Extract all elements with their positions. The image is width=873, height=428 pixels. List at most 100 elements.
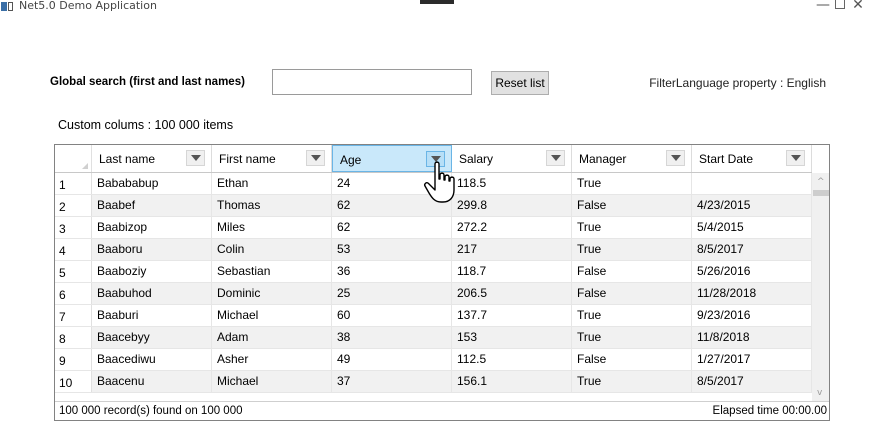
cell-manager[interactable]: True <box>572 217 692 238</box>
row-header[interactable]: 10 <box>55 371 92 392</box>
cell-age[interactable]: 25 <box>332 283 452 304</box>
cell-salary[interactable]: 272.2 <box>452 217 572 238</box>
cell-start-date[interactable]: 9/23/2016 <box>692 305 812 326</box>
column-header-last-name[interactable]: Last name <box>92 145 212 172</box>
cell-salary[interactable]: 153 <box>452 327 572 348</box>
reset-list-button[interactable]: Reset list <box>491 71 549 95</box>
row-header[interactable]: 4 <box>55 239 92 260</box>
cell-start-date[interactable]: 8/5/2017 <box>692 239 812 260</box>
cell-first-name[interactable]: Dominic <box>212 283 332 304</box>
scroll-up-icon[interactable]: ^ <box>817 177 825 187</box>
cell-last-name[interactable]: Baabuhod <box>92 283 212 304</box>
cell-age[interactable]: 53 <box>332 239 452 260</box>
cell-start-date[interactable]: 5/26/2016 <box>692 261 812 282</box>
vertical-scrollbar[interactable]: ^ v <box>812 173 829 401</box>
table-row[interactable]: 8 Baacebyy Adam 38 153 True 11/8/2018 <box>55 327 812 349</box>
cell-start-date[interactable]: 5/4/2015 <box>692 217 812 238</box>
cell-last-name[interactable]: Baaburi <box>92 305 212 326</box>
cell-salary[interactable]: 217 <box>452 239 572 260</box>
cell-age[interactable]: 38 <box>332 327 452 348</box>
cell-salary[interactable]: 118.5 <box>452 173 572 194</box>
cell-manager[interactable]: True <box>572 305 692 326</box>
row-header[interactable]: 6 <box>55 283 92 304</box>
row-header[interactable]: 3 <box>55 217 92 238</box>
chevron-down-icon[interactable] <box>666 150 685 166</box>
cell-first-name[interactable]: Asher <box>212 349 332 370</box>
chevron-down-icon[interactable] <box>306 150 325 166</box>
row-header[interactable]: 7 <box>55 305 92 326</box>
scroll-thumb[interactable] <box>813 190 829 196</box>
cell-first-name[interactable]: Sebastian <box>212 261 332 282</box>
column-header-first-name[interactable]: First name <box>212 145 332 172</box>
cell-start-date[interactable] <box>692 173 812 194</box>
row-header[interactable]: 5 <box>55 261 92 282</box>
cell-manager[interactable]: False <box>572 349 692 370</box>
cell-last-name[interactable]: Baaboru <box>92 239 212 260</box>
cell-last-name[interactable]: Baabizop <box>92 217 212 238</box>
cell-last-name[interactable]: Baaboziy <box>92 261 212 282</box>
row-header[interactable]: 9 <box>55 349 92 370</box>
table-row[interactable]: 9 Baacediwu Asher 49 112.5 False 1/27/20… <box>55 349 812 371</box>
cell-salary[interactable]: 137.7 <box>452 305 572 326</box>
column-header-salary[interactable]: Salary <box>452 145 572 172</box>
table-row[interactable]: 7 Baaburi Michael 60 137.7 True 9/23/201… <box>55 305 812 327</box>
cell-last-name[interactable]: Baacenu <box>92 371 212 392</box>
cell-salary[interactable]: 112.5 <box>452 349 572 370</box>
cell-last-name[interactable]: Baabef <box>92 195 212 216</box>
row-header[interactable]: 1 <box>55 173 92 194</box>
cell-manager[interactable]: True <box>572 327 692 348</box>
cell-first-name[interactable]: Thomas <box>212 195 332 216</box>
cell-start-date[interactable]: 11/8/2018 <box>692 327 812 348</box>
chevron-down-icon[interactable] <box>786 150 805 166</box>
table-row[interactable]: 5 Baaboziy Sebastian 36 118.7 False 5/26… <box>55 261 812 283</box>
table-row[interactable]: 4 Baaboru Colin 53 217 True 8/5/2017 <box>55 239 812 261</box>
row-header[interactable]: 8 <box>55 327 92 348</box>
cell-first-name[interactable]: Ethan <box>212 173 332 194</box>
cell-age[interactable]: 36 <box>332 261 452 282</box>
table-row[interactable]: 6 Baabuhod Dominic 25 206.5 False 11/28/… <box>55 283 812 305</box>
cell-first-name[interactable]: Adam <box>212 327 332 348</box>
title-bar: Net5.0 Demo Application — ✕ <box>0 0 873 16</box>
grid-status-bar: 100 000 record(s) found on 100 000 Elaps… <box>55 401 829 420</box>
cell-start-date[interactable]: 11/28/2018 <box>692 283 812 304</box>
cell-manager[interactable]: True <box>572 239 692 260</box>
cell-start-date[interactable]: 4/23/2015 <box>692 195 812 216</box>
cell-manager[interactable]: True <box>572 371 692 392</box>
close-button[interactable]: ✕ <box>843 0 873 13</box>
cell-salary[interactable]: 118.7 <box>452 261 572 282</box>
cell-age[interactable]: 62 <box>332 217 452 238</box>
record-count-text: 100 000 record(s) found on 100 000 <box>59 405 243 417</box>
column-header-manager[interactable]: Manager <box>572 145 692 172</box>
chevron-down-icon[interactable] <box>186 150 205 166</box>
cell-first-name[interactable]: Colin <box>212 239 332 260</box>
cell-last-name[interactable]: Babababup <box>92 173 212 194</box>
cell-start-date[interactable]: 1/27/2017 <box>692 349 812 370</box>
cell-first-name[interactable]: Michael <box>212 305 332 326</box>
cell-first-name[interactable]: Miles <box>212 217 332 238</box>
cell-last-name[interactable]: Baacediwu <box>92 349 212 370</box>
cell-manager[interactable]: True <box>572 173 692 194</box>
cell-salary[interactable]: 299.8 <box>452 195 572 216</box>
cell-manager[interactable]: False <box>572 283 692 304</box>
scroll-down-icon[interactable]: v <box>817 388 822 398</box>
custom-columns-label: Custom colums : 100 000 items <box>58 118 234 132</box>
title-bar-tab-marker <box>420 0 454 4</box>
cell-start-date[interactable]: 8/5/2017 <box>692 371 812 392</box>
chevron-down-icon[interactable] <box>546 150 565 166</box>
table-row[interactable]: 10 Baacenu Michael 37 156.1 True 8/5/201… <box>55 371 812 393</box>
table-row[interactable]: 3 Baabizop Miles 62 272.2 True 5/4/2015 <box>55 217 812 239</box>
elapsed-time-text: Elapsed time 00:00.00 <box>712 405 827 417</box>
cell-last-name[interactable]: Baacebyy <box>92 327 212 348</box>
cell-manager[interactable]: False <box>572 195 692 216</box>
cell-manager[interactable]: False <box>572 261 692 282</box>
column-header-start-date[interactable]: Start Date <box>692 145 812 172</box>
grid-corner-select-all[interactable] <box>55 145 92 172</box>
cell-salary[interactable]: 156.1 <box>452 371 572 392</box>
cell-age[interactable]: 49 <box>332 349 452 370</box>
cell-age[interactable]: 37 <box>332 371 452 392</box>
row-header[interactable]: 2 <box>55 195 92 216</box>
cell-first-name[interactable]: Michael <box>212 371 332 392</box>
cell-age[interactable]: 60 <box>332 305 452 326</box>
global-search-input[interactable] <box>272 69 472 95</box>
cell-salary[interactable]: 206.5 <box>452 283 572 304</box>
